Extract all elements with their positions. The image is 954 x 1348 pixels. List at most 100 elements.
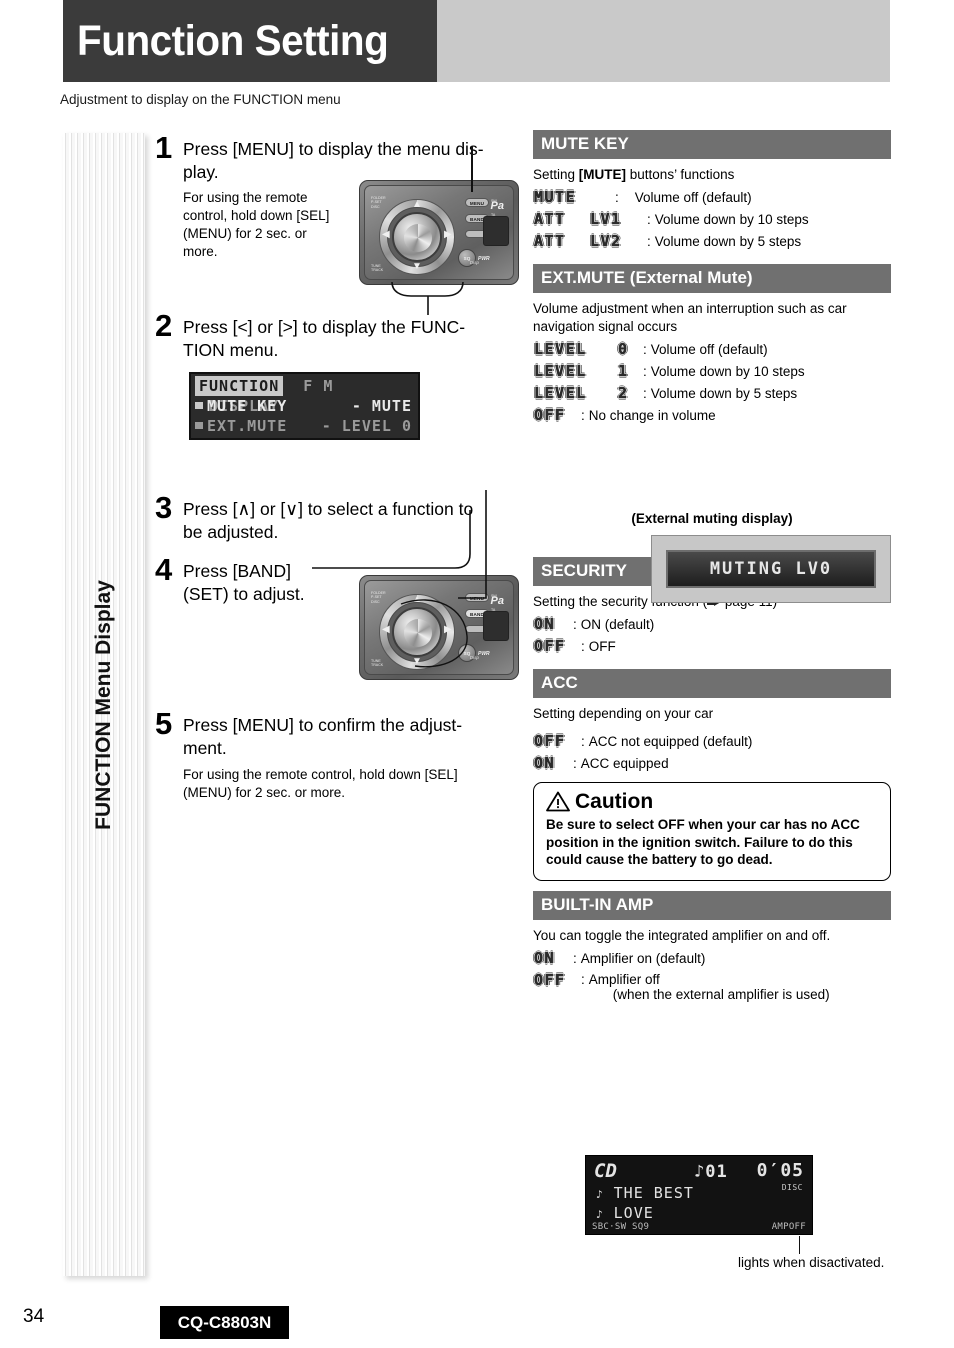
leader-line-ampoff [799,1236,801,1254]
step-5-note: For using the remote control, hold down … [183,767,458,800]
lcd-token-acc-on: ON [534,754,556,772]
option-row-amp-off: OFF : Amplifier off (when the external a… [533,971,891,1002]
option-row-acc-on: ON : ACC equipped [533,754,891,772]
lcd-token-digit-1: 1 [618,362,629,380]
sep-security-on: : [573,617,577,632]
step-5-line2: ment. [183,738,227,758]
cd-ampoff-indicator: AMPOFF [771,1222,806,1232]
sidebar-label: FUNCTION Menu Display [92,579,115,830]
lcd-bullet-icon-2 [195,422,203,429]
step-1-line1: Press [MENU] to display the menu dis- [183,139,484,159]
option-text-level-1: Volume down by 10 steps [650,364,805,379]
page-title: Function Setting [77,17,389,65]
sep-mute: : [615,190,619,205]
option-row-att-lv2: ATT LV2 : Volume down by 5 steps [533,232,891,250]
section-desc-mute-key: Setting [MUTE] buttons’ functions [533,166,891,184]
unit-bottom-labels-2: TUNE TRACK [371,659,384,668]
lcd-row-security-value: - ON [372,436,412,438]
page-subtitle: Adjustment to display on the FUNCTION me… [60,92,341,107]
cd-line1-text: THE BEST [613,1184,694,1202]
lcd-bullet-icon [195,402,203,409]
lcd-token-level-2: LEVEL [534,384,587,402]
unit-disp-label: Disp [469,260,479,265]
unit-faceplate: ▲ ▼ ◀ ▶ FOLDER P-SET DISC TUNE TRACK MENU B… [364,185,514,280]
amp-off-caption: lights when disactivated. [738,1255,885,1270]
step-2-line1: Press [<] or [>] to display the FUNC- [183,317,466,337]
music-note-icon: ♪ [596,1208,604,1221]
external-muting-display-caption: (External muting display) [631,511,793,526]
step-1-note: For using the remote control, hold down … [183,190,330,259]
sep-level-1: : [643,364,647,379]
section-header-built-in-amp: BUILT-IN AMP [533,890,891,920]
option-text-level-0: Volume off (default) [650,342,768,357]
option-row-acc-off: OFF : ACC not equipped (default) [533,732,891,750]
option-row-ext-off: OFF : No change in volume [533,406,891,424]
sep-amp-off: : [581,971,585,987]
step-1-number: 1 [155,130,173,165]
sep-security-off: : [581,639,585,654]
caution-header: Caution [546,791,878,812]
cd-track-number: ♪01 [694,1162,728,1182]
lcd-token-security-on: ON [534,615,556,633]
step-2: 2 Press [<] or [>] to display the FUNC- … [155,310,495,362]
leader-line-menu [471,146,473,192]
section-header-acc: ACC [533,669,891,698]
lcd-row-mute-key-value: - MUTE [351,397,412,415]
lcd-token-security-off: OFF [534,637,566,655]
warning-triangle-icon [546,791,570,812]
section-desc-built-in-amp: You can toggle the integrated amplifier … [533,927,831,943]
cd-disc-label: DISC [781,1183,803,1192]
cd-display: CD ♪01 0′05 DISC ♪ THE BEST ♪ LOVE SBC·S… [585,1155,813,1235]
lcd-row-security: ▽ SECURITY - ON [191,436,418,438]
unit-screen [483,216,509,246]
section-header-mute-key: MUTE KEY [533,130,891,159]
lcd-token-acc-off: OFF [534,732,566,750]
section-header-ext-mute: EXT.MUTE (External Mute) [533,264,891,293]
lcd-token-digit-0: 0 [618,340,629,358]
step-4-line2: (SET) to adjust. [183,584,305,604]
unit-left-labels: FOLDER P-SET DISC [371,196,386,209]
step-3-line2: be adjusted. [183,522,279,542]
leader-bracket-unit1 [391,282,464,315]
lcd-token-level-1: LEVEL [534,362,587,380]
step-1-line2: play. [183,162,219,182]
lcd-row-mute-key-label: MUTE KEY [207,397,288,415]
step-4-line1: Press [BAND] [183,561,291,581]
option-text-amp-off: Amplifier off [588,971,660,987]
option-text-ext-off: No change in volume [588,408,716,423]
lcd-token-ext-off: OFF [534,406,566,424]
unit-right-arrow-icon: ▶ [444,229,452,240]
unit-brand-logo: Pa [490,200,504,212]
step-3-number: 3 [155,490,173,525]
sep-acc-on: : [573,756,577,771]
lcd-tab-fm: F M [303,377,334,395]
lcd-row-security-label: SECURITY [209,437,289,438]
cd-logo: CD [594,1160,617,1182]
chevron-down-icon: ▽ [195,436,205,438]
step-2-number: 2 [155,308,173,343]
unit-pwr-label: PWR [478,256,490,262]
lcd-token-lv1: LV1 [590,210,622,228]
option-row-security-off: OFF : OFF [533,637,891,655]
mute-desc-post: buttons’ functions [626,167,735,182]
option-row-mute: MUTE : Volume off (default) [533,188,891,206]
caution-box: Caution Be sure to select OFF when your … [533,782,891,881]
lcd-row-mute-key: MUTE KEY - MUTE [191,396,418,416]
unit-menu-button[interactable]: MENU [465,198,489,207]
model-badge: CQ-C8803N [160,1306,289,1339]
option-row-level-1: LEVEL 1 : Volume down by 10 steps [533,362,891,380]
sep-att-lv1: : [647,212,651,227]
disc-note-icon: ♪ [596,1188,604,1201]
lcd-token-lv2: LV2 [590,232,622,250]
external-muting-display: MUTING LV0 [651,535,891,603]
stereo-unit-illustration-1: ▲ ▼ ◀ ▶ FOLDER P-SET DISC TUNE TRACK MENU B… [359,180,519,285]
lcd-tab-row: FUNCTION F M DISPLAY [191,376,418,415]
lcd-row-ext-mute-label: EXT.MUTE [207,417,288,435]
section-desc-ext-mute: Volume adjustment when an interruption s… [533,301,847,334]
option-text-att-lv2: Volume down by 5 steps [654,234,802,249]
unit-left-arrow-icon: ◀ [382,229,390,240]
page-number: 34 [23,1306,45,1327]
caution-title: Caution [575,790,654,813]
cd-sound-indicators: SBC·SW SQ9 [592,1222,650,1232]
step-2-line2: TION menu. [183,340,279,360]
